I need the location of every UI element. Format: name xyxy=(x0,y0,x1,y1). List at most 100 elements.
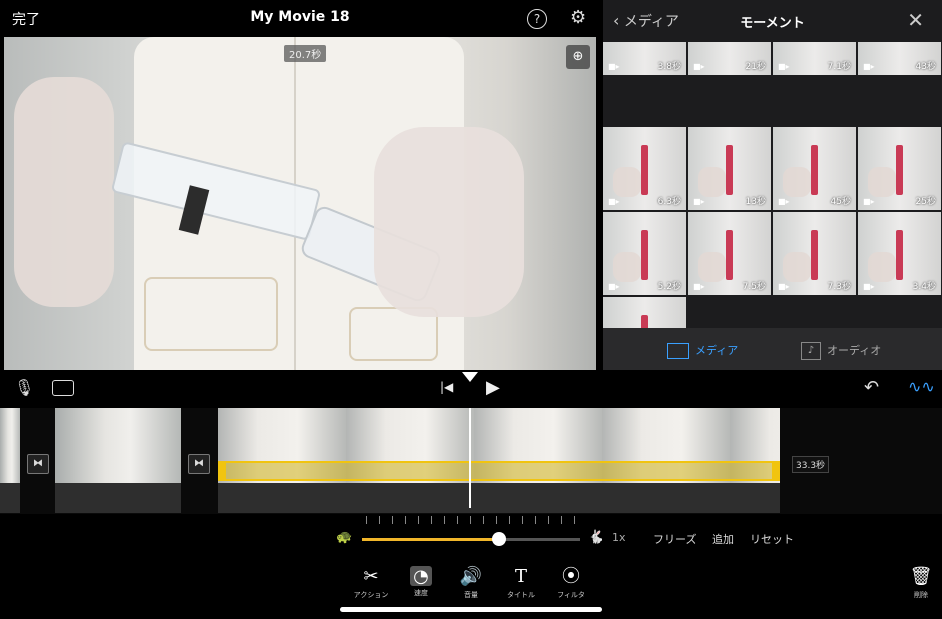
timeline-clip[interactable] xyxy=(0,408,20,483)
thumbnail-hand xyxy=(613,167,641,197)
thumbnail-item[interactable]: ■▸ 3.8秒 xyxy=(603,42,686,75)
speedometer-icon: ◔ xyxy=(410,566,432,587)
play-icon[interactable]: ▶ xyxy=(486,377,500,398)
thumbnail-item[interactable]: ■▸ 25秒 xyxy=(858,127,941,210)
microphone-icon[interactable]: 🎙 xyxy=(14,378,34,397)
reset-button[interactable]: リセット xyxy=(750,531,794,547)
thumbnail-hand xyxy=(783,252,811,282)
thumbnail-hand xyxy=(868,252,896,282)
trash-icon: 🗑 xyxy=(909,566,933,587)
thumbnail-item[interactable]: ■▸ 6.3秒 xyxy=(603,127,686,210)
video-camera-icon: ■▸ xyxy=(778,197,790,206)
speed-value: 1x xyxy=(612,531,626,544)
timeline-controls: 🎙 |◀ ▶ ↶ ∿∿ xyxy=(0,372,942,408)
camera-icon[interactable] xyxy=(52,380,74,396)
thumbnail-grid: ■▸ 3.8秒 ■▸ 21秒 ■▸ 7.1秒 ■▸ 43秒 ■▸ 6.3秒 ■▸ 13秒 ■▸ 45秒 ■▸… xyxy=(603,0,942,328)
speed-slider[interactable] xyxy=(362,532,580,546)
transition-button[interactable]: ⧓ xyxy=(27,454,49,474)
thumbnail-image xyxy=(896,230,903,280)
tool-volume[interactable]: 🔊 音量 xyxy=(446,566,496,600)
skip-back-icon[interactable]: |◀ xyxy=(440,380,453,394)
browser-tabs: メディア ♪ オーディオ xyxy=(603,328,942,370)
speed-handle-right[interactable] xyxy=(772,461,780,481)
speed-handle-left[interactable] xyxy=(218,461,226,481)
tool-filter[interactable]: ⦿ フィルタ xyxy=(546,566,596,600)
tool-volume-label: 音量 xyxy=(464,591,478,599)
thumbnail-duration: 7.1秒 xyxy=(827,62,851,72)
home-indicator xyxy=(340,607,602,612)
tool-title-label: タイトル xyxy=(507,591,535,599)
thumbnail-image xyxy=(896,145,903,195)
add-button[interactable]: 追加 xyxy=(712,531,734,547)
volume-icon: 🔊 xyxy=(459,566,483,587)
tab-media[interactable]: メディア xyxy=(667,342,738,359)
thumbnail-hand xyxy=(698,167,726,197)
audio-track xyxy=(55,483,181,513)
delete-button[interactable]: 🗑 削除 xyxy=(896,566,942,600)
thumbnail-item[interactable]: ■▸ 7.1秒 xyxy=(773,42,856,75)
thumbnail-image xyxy=(641,315,648,328)
speed-slider-fill xyxy=(362,538,500,541)
thumbnail-item[interactable]: ■▸ 5.2秒 xyxy=(603,212,686,295)
tool-actions[interactable]: ✂ アクション xyxy=(346,566,396,600)
video-preview[interactable]: 20.7秒 ⊕ xyxy=(4,37,596,370)
speed-slider-knob[interactable] xyxy=(492,532,507,546)
thumbnail-duration: 21秒 xyxy=(745,62,766,72)
video-camera-icon: ■▸ xyxy=(693,197,705,206)
audio-track xyxy=(0,483,20,513)
video-camera-icon: ■▸ xyxy=(608,282,620,291)
playhead-marker-icon xyxy=(462,372,478,382)
thumbnail-image xyxy=(726,230,733,280)
video-camera-icon: ■▸ xyxy=(863,282,875,291)
title-icon: T xyxy=(514,566,527,587)
tool-speed-label: 速度 xyxy=(414,589,428,597)
thumbnail-item[interactable]: ■▸ 7.5秒 xyxy=(688,212,771,295)
thumbnail-image xyxy=(641,230,648,280)
thumbnail-item[interactable]: ■▸ 13秒 xyxy=(688,127,771,210)
thumbnail-duration: 6.3秒 xyxy=(657,197,681,207)
undo-icon[interactable]: ↶ xyxy=(864,377,879,398)
project-title: My Movie 18 xyxy=(250,9,350,25)
zoom-icon[interactable]: ⊕ xyxy=(566,45,590,69)
timeline[interactable]: ⧓ ⧓ 33.3秒 xyxy=(0,408,942,514)
video-camera-icon: ■▸ xyxy=(608,62,620,71)
tool-title[interactable]: T タイトル xyxy=(496,566,546,600)
speed-ticks xyxy=(366,516,576,524)
thumbnail-item[interactable]: ■▸3.4秒 xyxy=(603,297,686,328)
thumbnail-item[interactable]: ■▸ 21秒 xyxy=(688,42,771,75)
tab-audio-label: オーディオ xyxy=(827,344,882,357)
video-camera-icon: ■▸ xyxy=(693,62,705,71)
tab-audio[interactable]: ♪ オーディオ xyxy=(801,342,881,360)
delete-label: 削除 xyxy=(914,591,928,599)
video-camera-icon: ■▸ xyxy=(863,62,875,71)
tool-speed[interactable]: ◔ 速度 xyxy=(396,566,446,598)
playhead[interactable] xyxy=(469,408,471,508)
thumbnail-item[interactable]: ■▸ 45秒 xyxy=(773,127,856,210)
waveform-icon[interactable]: ∿∿ xyxy=(908,377,935,396)
tool-actions-label: アクション xyxy=(353,591,389,599)
thumbnail-item[interactable]: ■▸ 3.4秒 xyxy=(858,212,941,295)
thumbnail-image xyxy=(641,145,648,195)
right-hand xyxy=(374,127,524,317)
help-icon[interactable]: ? xyxy=(527,9,547,29)
thumbnail-item[interactable]: ■▸ 7.3秒 xyxy=(773,212,856,295)
rabbit-icon: 🐇 xyxy=(588,530,605,545)
thumbnail-duration: 3.8秒 xyxy=(657,62,681,72)
transition-button[interactable]: ⧓ xyxy=(188,454,210,474)
gear-icon[interactable]: ⚙ xyxy=(570,7,586,28)
top-bar: 完了 My Movie 18 ? ⚙ xyxy=(0,0,600,36)
thumbnail-image xyxy=(726,145,733,195)
video-camera-icon: ■▸ xyxy=(693,282,705,291)
turtle-icon: 🐢 xyxy=(336,530,353,545)
thumbnail-duration: 45秒 xyxy=(830,197,851,207)
thumbnail-duration: 3.4秒 xyxy=(912,282,936,292)
timeline-clip[interactable] xyxy=(55,408,181,483)
scissors-icon: ✂ xyxy=(363,566,379,587)
thumbnail-image xyxy=(811,145,818,195)
thumbnail-item[interactable]: ■▸ 43秒 xyxy=(858,42,941,75)
freeze-button[interactable]: フリーズ xyxy=(653,531,696,547)
filter-icon: ⦿ xyxy=(562,566,580,587)
left-hand xyxy=(14,77,114,307)
speed-range-bar[interactable] xyxy=(218,461,780,481)
tool-filter-label: フィルタ xyxy=(557,591,585,599)
